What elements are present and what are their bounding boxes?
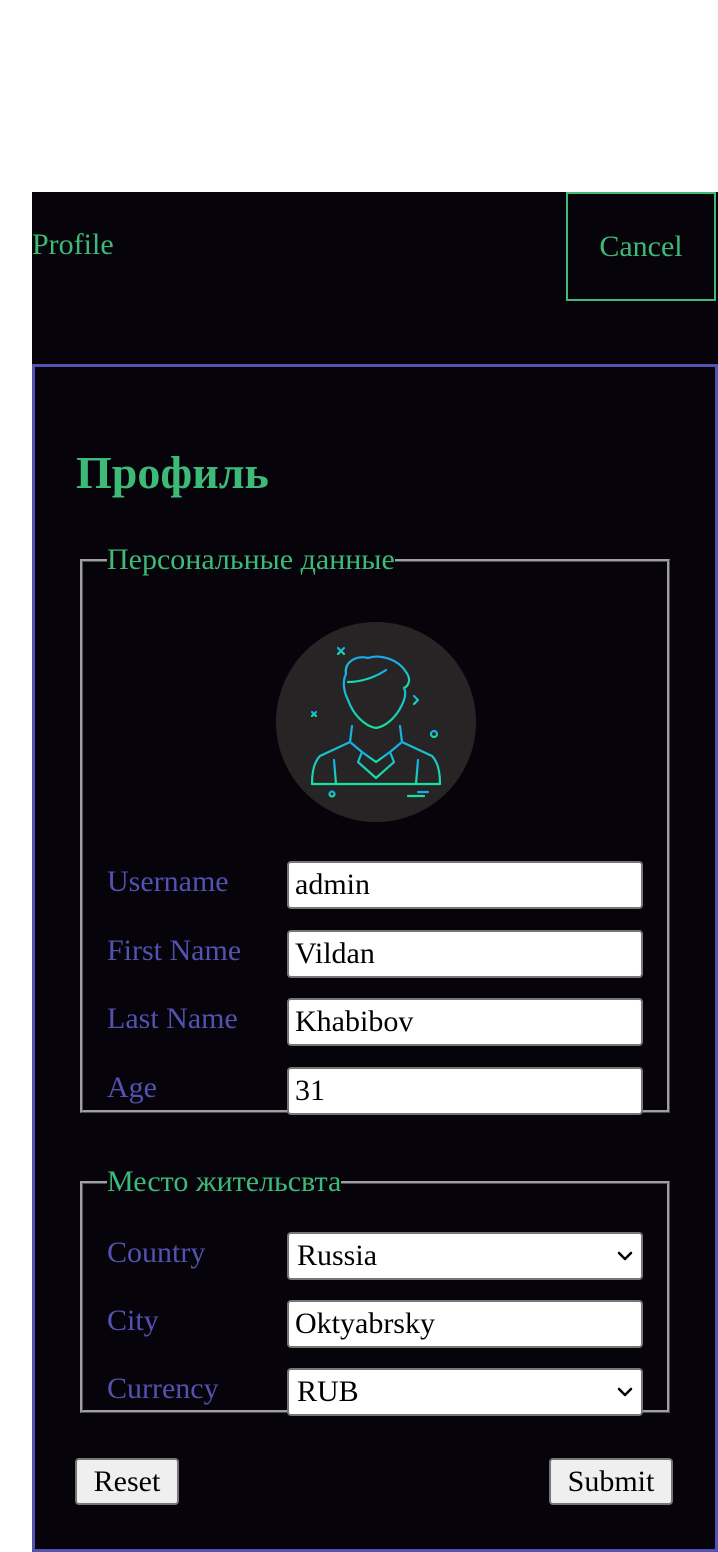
chevron-down-icon <box>617 1387 633 1397</box>
last-name-row: Last Name Khabibov <box>107 998 647 1046</box>
residence-legend: Место жительсвта <box>107 1165 342 1198</box>
brand-title: Profile <box>32 228 114 261</box>
currency-row: Currency RUB <box>107 1368 647 1416</box>
currency-select[interactable]: RUB <box>287 1368 643 1416</box>
country-select[interactable]: Russia <box>287 1232 643 1280</box>
city-row: City Oktyabrsky <box>107 1300 647 1348</box>
username-row: Username admin <box>107 861 647 909</box>
currency-value: RUB <box>297 1375 359 1408</box>
personal-data-fieldset: Персональные данные Username admin First… <box>80 543 670 1115</box>
submit-button[interactable]: Submit <box>549 1458 673 1505</box>
last-name-label: Last Name <box>107 1002 238 1035</box>
reset-button[interactable]: Reset <box>75 1458 179 1505</box>
age-input[interactable]: 31 <box>287 1067 643 1115</box>
age-row: Age 31 <box>107 1067 647 1115</box>
profile-app: Profile Cancel Профиль Персональные данн… <box>32 192 718 1552</box>
first-name-input[interactable]: Vildan <box>287 930 643 978</box>
residence-fieldset: Место жительсвта Country Russia City Okt… <box>80 1165 670 1416</box>
username-label: Username <box>107 865 229 898</box>
top-bar: Profile Cancel <box>32 192 718 364</box>
cancel-button[interactable]: Cancel <box>566 192 716 301</box>
country-row: Country Russia <box>107 1232 647 1280</box>
city-label: City <box>107 1304 159 1337</box>
first-name-row: First Name Vildan <box>107 930 647 978</box>
age-label: Age <box>107 1071 157 1104</box>
avatar <box>276 622 476 822</box>
page-title: Профиль <box>76 447 269 498</box>
country-label: Country <box>107 1236 206 1269</box>
username-input[interactable]: admin <box>287 861 643 909</box>
currency-label: Currency <box>107 1372 219 1405</box>
first-name-label: First Name <box>107 934 242 967</box>
chevron-down-icon <box>617 1251 633 1261</box>
country-value: Russia <box>297 1239 378 1272</box>
last-name-input[interactable]: Khabibov <box>287 998 643 1046</box>
city-input[interactable]: Oktyabrsky <box>287 1300 643 1348</box>
personal-data-legend: Персональные данные <box>107 543 395 576</box>
profile-card: Профиль Персональные данные Username adm… <box>32 364 718 1552</box>
user-avatar-icon <box>310 646 442 798</box>
